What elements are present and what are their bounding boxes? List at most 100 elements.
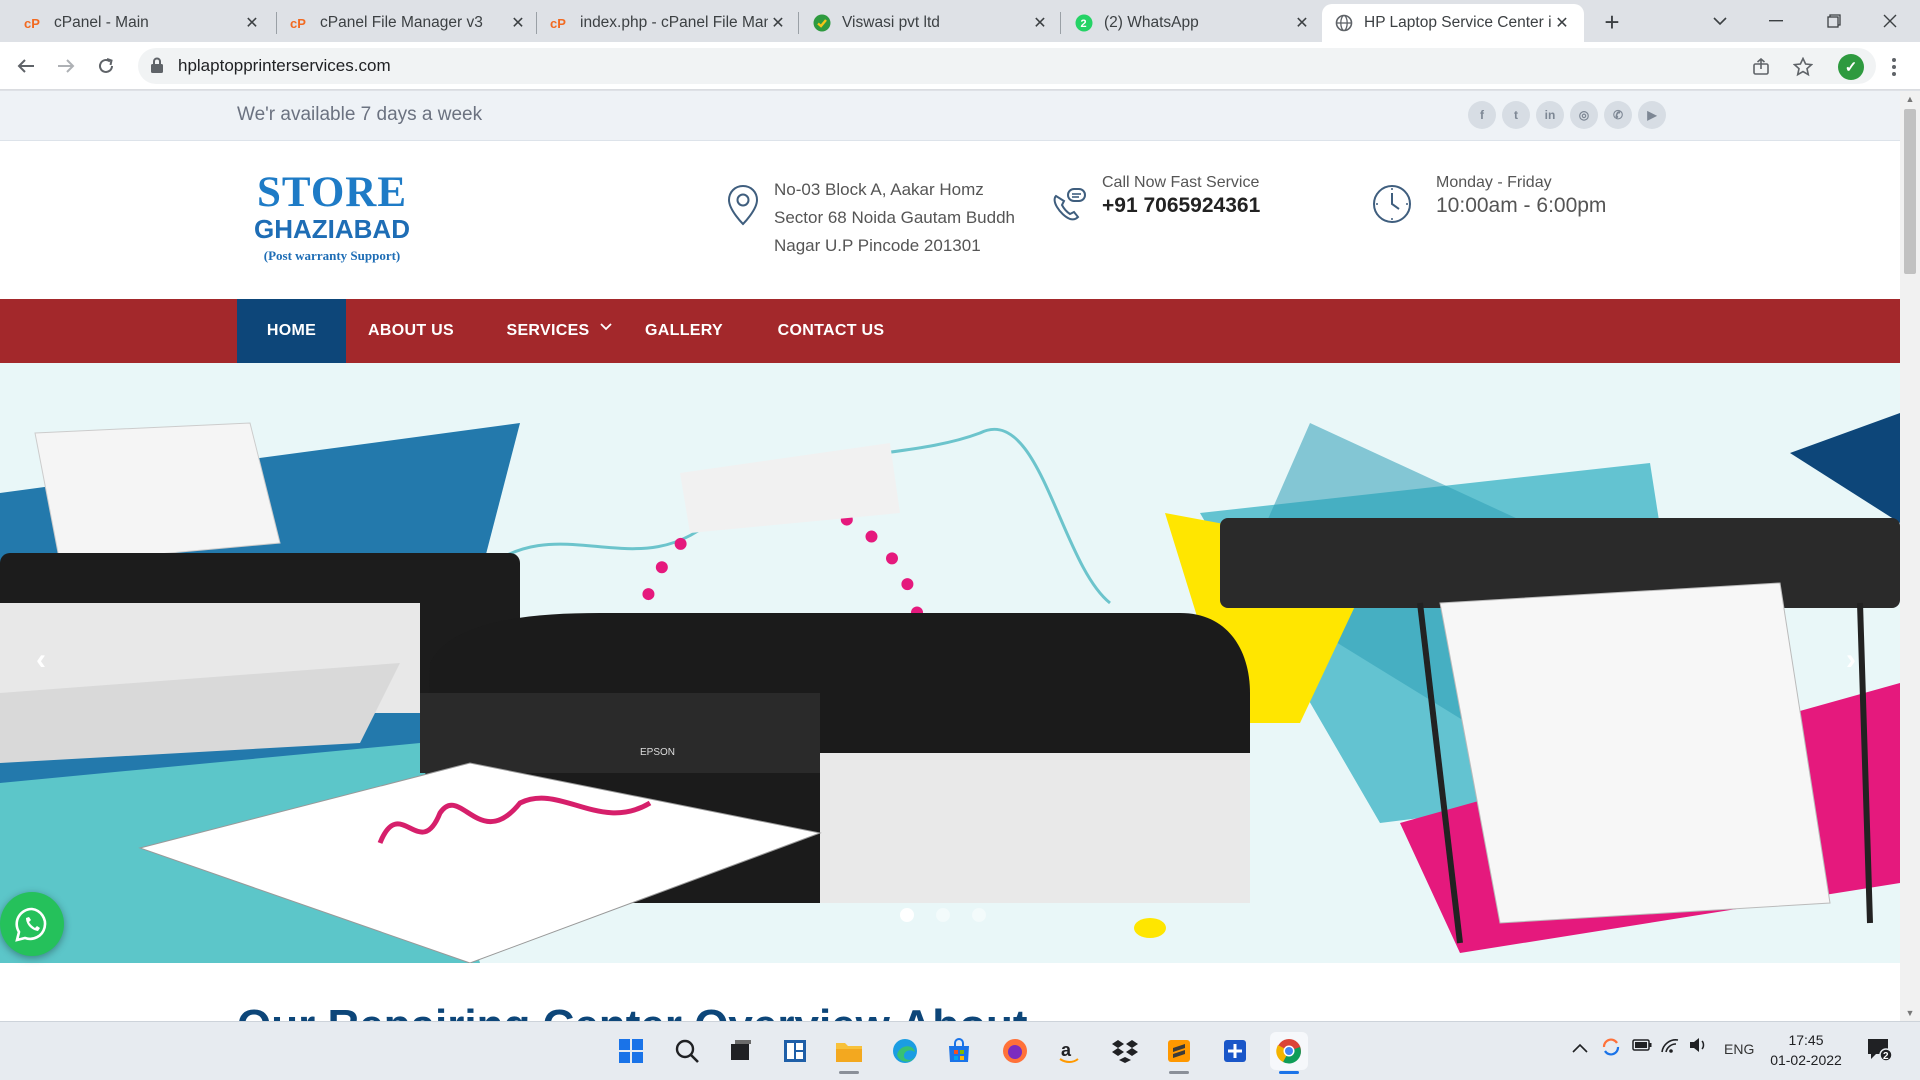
clock-date: 01-02-2022 bbox=[1770, 1052, 1842, 1068]
taskbar-clock[interactable]: 17:45 01-02-2022 bbox=[1766, 1030, 1846, 1070]
phone-chat-icon bbox=[1048, 186, 1092, 231]
slider-dot[interactable] bbox=[936, 908, 950, 922]
instagram-icon[interactable]: ◎ bbox=[1570, 101, 1598, 129]
tab-whatsapp[interactable]: 2 (2) WhatsApp ✕ bbox=[1062, 4, 1324, 42]
search-icon[interactable] bbox=[668, 1032, 706, 1070]
tab-close-icon[interactable]: ✕ bbox=[242, 13, 262, 33]
site-logo[interactable]: STORE GHAZIABAD (Post warranty Support) bbox=[252, 171, 412, 264]
clock-time: 17:45 bbox=[1788, 1032, 1824, 1048]
nav-contact-us[interactable]: CONTACT US bbox=[770, 299, 892, 363]
address-line3: Nagar U.P Pincode 201301 bbox=[774, 236, 981, 255]
tab-separator bbox=[1060, 12, 1061, 34]
close-window-button[interactable] bbox=[1862, 0, 1918, 42]
widgets-icon[interactable] bbox=[776, 1032, 814, 1070]
store-icon[interactable] bbox=[940, 1032, 978, 1070]
page-viewport: We'r available 7 days a week f t in ◎ ✆ … bbox=[0, 91, 1920, 1021]
phone-number[interactable]: +91 7065924361 bbox=[1102, 194, 1260, 218]
slider-dot[interactable] bbox=[972, 908, 986, 922]
battery-icon[interactable] bbox=[1632, 1038, 1652, 1055]
share-icon[interactable] bbox=[1750, 56, 1772, 78]
scroll-thumb[interactable] bbox=[1904, 109, 1916, 274]
nav-gallery[interactable]: GALLERY bbox=[636, 299, 732, 363]
back-arrow-icon[interactable] bbox=[10, 50, 42, 82]
tab-index-php[interactable]: cP index.php - cPanel File Man ✕ bbox=[538, 4, 800, 42]
tab-title: cPanel - Main bbox=[54, 14, 149, 31]
twitter-icon[interactable]: t bbox=[1502, 101, 1530, 129]
tab-search-chevron-icon[interactable] bbox=[1692, 0, 1748, 42]
tab-close-icon[interactable]: ✕ bbox=[508, 13, 528, 33]
forward-arrow-icon[interactable] bbox=[50, 50, 82, 82]
whatsapp-social-icon[interactable]: ✆ bbox=[1604, 101, 1632, 129]
restore-button[interactable] bbox=[1806, 0, 1862, 42]
hero-slider[interactable]: EPSON ‹ › bbox=[0, 363, 1900, 963]
menu-kebab-icon[interactable] bbox=[1882, 54, 1906, 80]
file-explorer-icon[interactable] bbox=[830, 1032, 868, 1074]
lock-icon[interactable] bbox=[150, 57, 164, 79]
bookmark-star-icon[interactable] bbox=[1792, 56, 1814, 78]
slider-dot[interactable] bbox=[900, 908, 914, 922]
address-bar[interactable]: hplaptopprinterservices.com bbox=[138, 48, 1876, 84]
tab-cpanel-main[interactable]: cP cPanel - Main ✕ bbox=[12, 4, 274, 42]
tab-file-manager[interactable]: cP cPanel File Manager v3 ✕ bbox=[278, 4, 540, 42]
address-line2: Sector 68 Noida Gautam Buddh bbox=[774, 208, 1015, 227]
sync-icon[interactable] bbox=[1600, 1036, 1622, 1061]
sublime-icon[interactable] bbox=[1160, 1032, 1198, 1074]
svg-text:cP: cP bbox=[290, 16, 306, 30]
language-indicator[interactable]: ENG bbox=[1724, 1041, 1754, 1057]
main-navigation: HOME ABOUT US SERVICES GALLERY CONTACT U… bbox=[0, 299, 1900, 363]
scroll-up-arrow-icon[interactable]: ▲ bbox=[1904, 93, 1916, 105]
nav-label: HOME bbox=[266, 322, 317, 339]
tab-viswasi[interactable]: Viswasi pvt ltd ✕ bbox=[800, 4, 1062, 42]
start-icon[interactable] bbox=[612, 1032, 650, 1070]
scroll-down-arrow-icon[interactable]: ▼ bbox=[1904, 1007, 1916, 1019]
facebook-icon[interactable]: f bbox=[1468, 101, 1496, 129]
cpanel-icon: cP bbox=[550, 13, 570, 33]
nav-label: ABOUT US bbox=[368, 322, 454, 339]
tab-separator bbox=[536, 12, 537, 34]
browser-toolbar: hplaptopprinterservices.com ✓ bbox=[0, 42, 1920, 90]
volume-icon[interactable] bbox=[1688, 1036, 1708, 1057]
tab-close-icon[interactable]: ✕ bbox=[768, 13, 788, 33]
svg-text:cP: cP bbox=[24, 16, 40, 30]
logo-line2: GHAZIABAD bbox=[254, 214, 410, 244]
nav-home[interactable]: HOME bbox=[237, 299, 346, 363]
tab-hp-laptop-service[interactable]: HP Laptop Service Center ir ✕ bbox=[1322, 4, 1584, 42]
tab-separator bbox=[798, 12, 799, 34]
wifi-icon[interactable] bbox=[1660, 1036, 1680, 1057]
youtube-icon[interactable]: ▶ bbox=[1638, 101, 1666, 129]
hours-block: Monday - Friday 10:00am - 6:00pm bbox=[1372, 174, 1606, 229]
site-topbar: We'r available 7 days a week f t in ◎ ✆ … bbox=[0, 91, 1900, 141]
tray-chevron-up-icon[interactable] bbox=[1572, 1040, 1588, 1056]
minimize-button[interactable] bbox=[1748, 0, 1804, 42]
slider-prev-icon[interactable]: ‹ bbox=[36, 643, 46, 677]
extension-check-icon[interactable]: ✓ bbox=[1838, 54, 1864, 80]
task-view-icon[interactable] bbox=[722, 1032, 760, 1070]
firefox-icon[interactable] bbox=[996, 1032, 1034, 1070]
call-block: Call Now Fast Service +91 7065924361 bbox=[1048, 174, 1260, 231]
whatsapp-float-button[interactable] bbox=[0, 892, 64, 956]
location-pin-icon bbox=[726, 184, 770, 260]
tab-title: (2) WhatsApp bbox=[1104, 14, 1199, 31]
notification-icon[interactable]: 2 bbox=[1866, 1036, 1894, 1066]
dropbox-icon[interactable] bbox=[1106, 1032, 1144, 1070]
tab-close-icon[interactable]: ✕ bbox=[1292, 13, 1312, 33]
nav-about-us[interactable]: ABOUT US bbox=[360, 299, 462, 363]
reload-icon[interactable] bbox=[90, 50, 122, 82]
section-heading-partial: Our Repairing Center Overview About bbox=[237, 1001, 1028, 1021]
hero-printer-illustration: EPSON bbox=[0, 413, 1900, 963]
tab-close-icon[interactable]: ✕ bbox=[1552, 13, 1572, 33]
svg-text:2: 2 bbox=[1081, 18, 1087, 30]
svg-text:a: a bbox=[1061, 1040, 1072, 1060]
edge-icon[interactable] bbox=[886, 1032, 924, 1070]
plus-app-icon[interactable] bbox=[1216, 1032, 1254, 1070]
nav-services[interactable]: SERVICES bbox=[500, 299, 618, 363]
chrome-icon[interactable] bbox=[1270, 1032, 1308, 1074]
linkedin-icon[interactable]: in bbox=[1536, 101, 1564, 129]
url-text[interactable]: hplaptopprinterservices.com bbox=[178, 56, 391, 76]
new-tab-button[interactable]: + bbox=[1598, 7, 1626, 37]
amazon-icon[interactable]: a bbox=[1050, 1032, 1088, 1070]
slider-next-icon[interactable]: › bbox=[1846, 643, 1856, 677]
nav-label: SERVICES bbox=[506, 322, 590, 339]
svg-text:cP: cP bbox=[550, 16, 566, 30]
tab-close-icon[interactable]: ✕ bbox=[1030, 13, 1050, 33]
